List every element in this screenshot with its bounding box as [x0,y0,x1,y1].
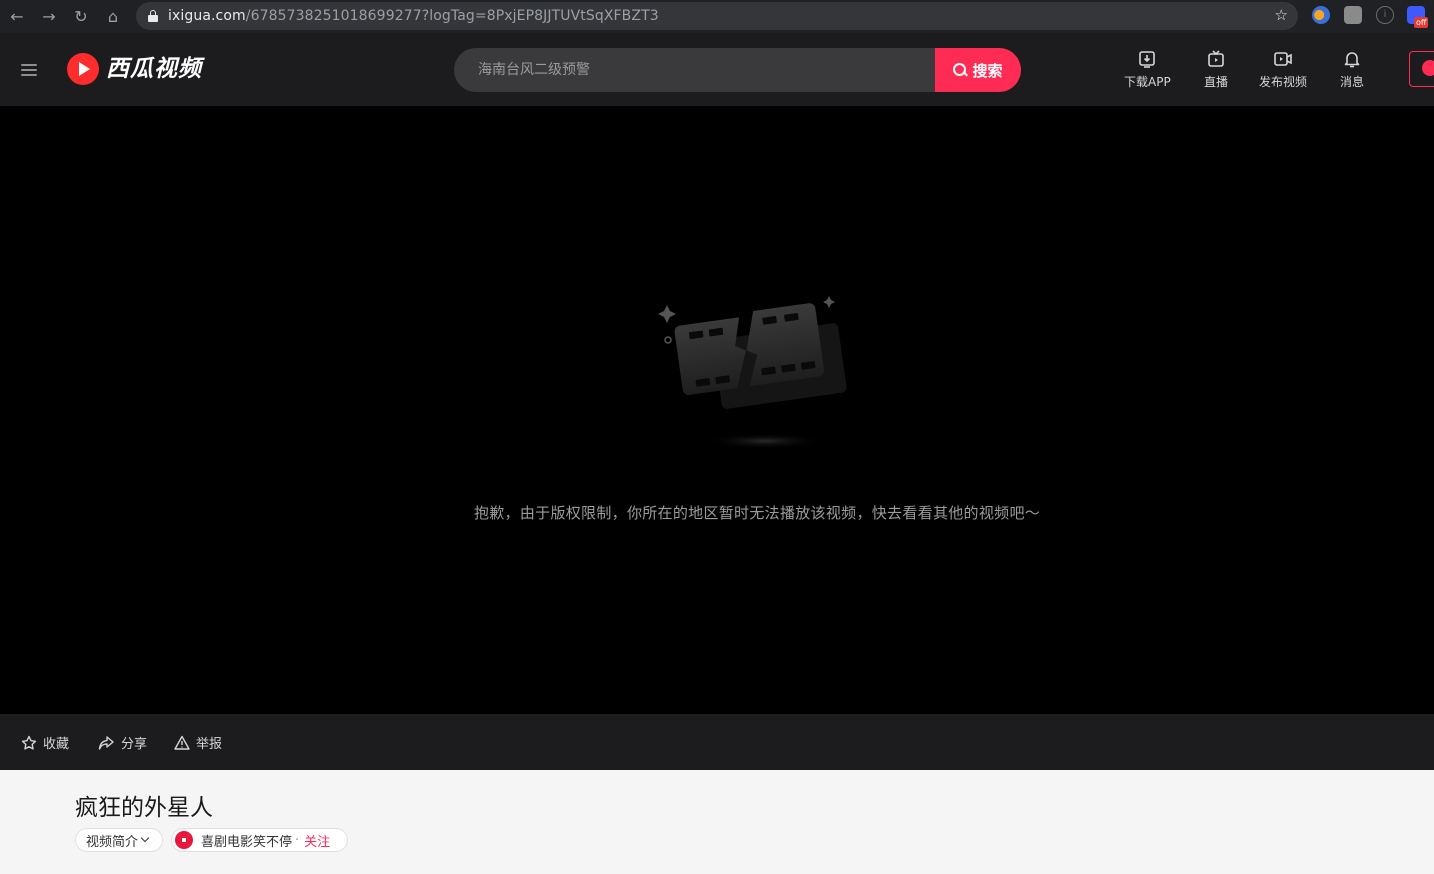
video-title: 疯狂的外星人 [75,795,213,821]
browser-toolbar: ← → ↻ ⌂ ixigua.com/6785738251018699277?l… [0,0,1434,33]
url-text: ixigua.com/6785738251018699277?logTag=8P… [168,8,659,24]
chevron-down-icon [140,833,150,843]
nav-download-app[interactable]: 下载APP [1124,50,1171,90]
extension-icon[interactable] [1312,6,1330,24]
report-button[interactable]: 举报 [174,733,222,752]
extension-icon[interactable] [1344,6,1362,24]
video-description-toggle[interactable]: 视频简介 [75,828,163,852]
hamburger-menu-icon[interactable] [21,64,37,76]
author-chip[interactable]: 喜剧电影笑不停 · 关注 [171,828,348,852]
lock-icon [148,10,158,22]
author-avatar[interactable] [175,831,193,849]
extension-badge: off [1414,17,1429,28]
bell-icon [1344,52,1360,68]
nav-publish-video[interactable]: 发布视频 [1259,50,1307,90]
forward-icon[interactable]: → [33,0,65,33]
address-bar[interactable]: ixigua.com/6785738251018699277?logTag=8P… [136,2,1298,30]
nav-live[interactable]: 直播 [1204,50,1228,90]
share-icon [98,735,114,750]
share-button[interactable]: 分享 [97,733,147,752]
search-button[interactable]: 搜索 [935,48,1021,92]
info-icon[interactable]: i [1376,6,1394,24]
video-info-panel: 疯狂的外星人 视频简介 喜剧电影笑不停 · 关注 [0,770,1434,874]
login-avatar-button[interactable] [1409,51,1434,87]
bookmark-star-icon[interactable]: ☆ [1275,6,1288,24]
broken-film-icon [658,296,847,449]
star-icon [21,735,37,750]
reload-icon[interactable]: ↻ [65,0,97,33]
home-icon[interactable]: ⌂ [97,0,129,33]
author-name[interactable]: 喜剧电影笑不停 [201,831,292,850]
search-input[interactable] [454,48,935,92]
favorite-button[interactable]: 收藏 [21,733,69,752]
separator: · [295,832,300,848]
download-icon [1139,51,1156,68]
nav-messages[interactable]: 消息 [1340,50,1364,90]
search-bar: 搜索 [454,48,1021,92]
logo-text[interactable]: 西瓜视频 [106,53,202,85]
search-icon [953,63,967,77]
site-header: 西瓜视频 搜索 下载APP 直播 发布视频 [0,33,1434,106]
copyright-restriction-message: 抱歉，由于版权限制，你所在的地区暂时无法播放该视频，快去看看其他的视频吧～ [473,504,1041,522]
live-tv-icon [1208,50,1224,67]
logo-icon[interactable] [67,53,99,85]
video-action-bar: 收藏 分享 举报 [0,714,1434,770]
back-icon[interactable]: ← [1,0,33,33]
video-player[interactable]: 抱歉，由于版权限制，你所在的地区暂时无法播放该视频，快去看看其他的视频吧～ [0,106,1434,714]
warning-icon [174,735,190,750]
upload-video-icon [1274,52,1292,66]
follow-button[interactable]: 关注 [304,831,330,850]
